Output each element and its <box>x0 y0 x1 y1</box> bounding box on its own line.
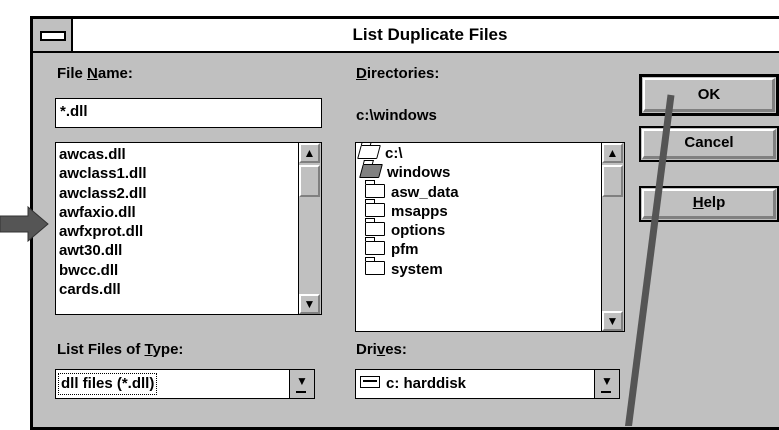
list-duplicate-files-dialog: List Duplicate Files File Name: *.dll aw… <box>30 16 779 430</box>
list-item[interactable]: awclass2.dll <box>59 184 297 203</box>
directory-item[interactable]: options <box>359 218 600 240</box>
cancel-button[interactable]: Cancel <box>639 126 779 162</box>
directory-item[interactable]: c:\ <box>357 144 600 163</box>
dropdown-arrow-icon[interactable]: ▼ <box>289 370 314 398</box>
list-item[interactable]: cards.dll <box>59 280 297 299</box>
hard-disk-icon <box>360 376 380 388</box>
list-item[interactable]: awfaxio.dll <box>59 203 297 222</box>
file-type-select[interactable]: dll files (*.dll) ▼ <box>55 369 315 399</box>
current-directory-path: c:\windows <box>356 107 437 124</box>
dropdown-arrow-icon[interactable]: ▼ <box>594 370 619 398</box>
directory-item[interactable]: pfm <box>359 237 600 259</box>
ok-button[interactable]: OK <box>639 74 779 116</box>
drives-select[interactable]: c: harddisk ▼ <box>355 369 620 399</box>
folder-icon <box>364 256 385 275</box>
list-item[interactable]: awfxprot.dll <box>59 222 297 241</box>
list-item[interactable]: awt30.dll <box>59 241 297 260</box>
system-menu-button[interactable] <box>33 19 73 51</box>
open-folder-icon <box>359 164 383 179</box>
system-menu-icon <box>40 31 66 41</box>
scroll-thumb[interactable] <box>602 165 623 197</box>
directory-item[interactable]: windows <box>359 163 600 182</box>
directory-list[interactable]: c:\ windows asw_data msapps options pfm … <box>355 142 625 332</box>
list-item[interactable]: awcas.dll <box>59 145 297 164</box>
scroll-up-arrow-icon[interactable]: ▲ <box>299 143 320 163</box>
folder-icon <box>364 179 385 198</box>
scroll-down-arrow-icon[interactable]: ▼ <box>299 294 320 314</box>
help-button[interactable]: Help <box>639 186 779 222</box>
list-item[interactable]: bwcc.dll <box>59 261 297 280</box>
open-folder-icon <box>357 145 381 159</box>
scroll-thumb[interactable] <box>299 165 320 197</box>
directory-item[interactable]: system <box>359 256 600 279</box>
directories-label: Directories: <box>356 65 440 82</box>
folder-icon <box>364 237 385 256</box>
file-name-label: File Name: <box>57 65 133 82</box>
file-name-input[interactable]: *.dll <box>55 98 322 128</box>
drives-label: Drives: <box>356 341 407 358</box>
title-bar: List Duplicate Files <box>33 19 779 53</box>
directory-item[interactable]: asw_data <box>359 179 600 202</box>
dialog-title: List Duplicate Files <box>352 25 508 44</box>
scroll-up-arrow-icon[interactable]: ▲ <box>602 143 623 163</box>
file-list-scrollbar[interactable]: ▲ ▼ <box>298 143 321 314</box>
directory-item[interactable]: msapps <box>359 198 600 221</box>
list-item[interactable]: awclass1.dll <box>59 164 297 183</box>
folder-icon <box>364 198 385 217</box>
folder-icon <box>364 218 385 237</box>
file-type-label: List Files of Type: <box>57 341 184 358</box>
file-list[interactable]: awcas.dll awclass1.dll awclass2.dll awfa… <box>55 142 322 315</box>
scroll-down-arrow-icon[interactable]: ▼ <box>602 311 623 331</box>
directory-list-scrollbar[interactable]: ▲ ▼ <box>601 143 624 331</box>
